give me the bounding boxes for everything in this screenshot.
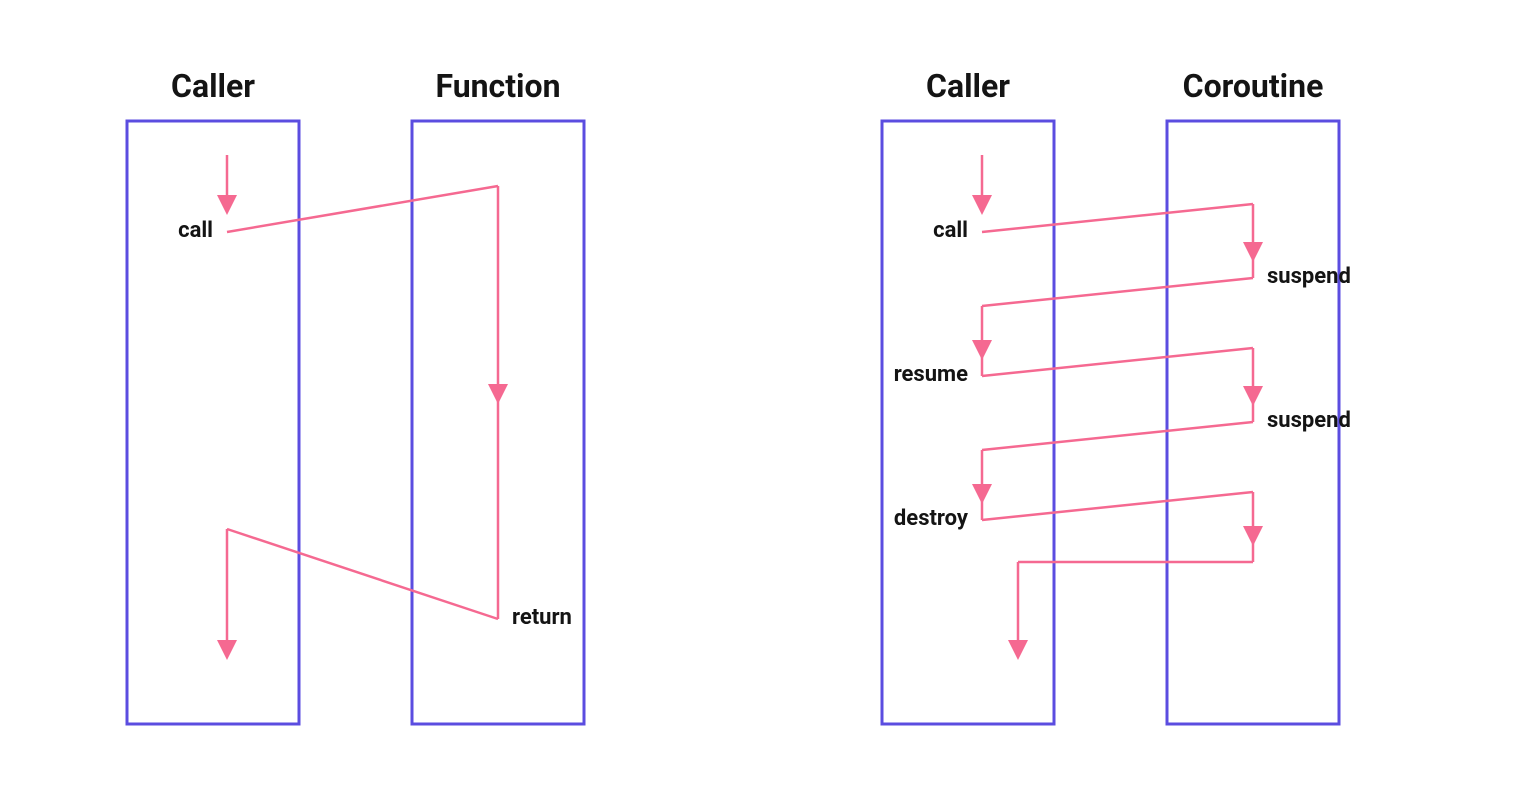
right-caller-out-arrow xyxy=(1008,640,1028,660)
left-caller-out-arrow xyxy=(217,640,237,660)
left-caller-box xyxy=(127,121,299,724)
right-caller-header: Caller xyxy=(926,67,1010,105)
left-call-line xyxy=(227,186,498,232)
right-destroy-label: destroy xyxy=(894,506,969,531)
right-call-label: call xyxy=(933,218,968,243)
right-suspend1-label: suspend xyxy=(1267,264,1351,289)
right-destroy-line xyxy=(982,492,1253,520)
left-call-label: call xyxy=(178,218,213,243)
left-caller-header: Caller xyxy=(171,67,255,105)
left-return-label: return xyxy=(512,605,572,630)
right-suspend2-line xyxy=(982,422,1253,450)
right-callee-header: Coroutine xyxy=(1183,67,1324,105)
right-suspend2-label: suspend xyxy=(1267,408,1351,433)
left-arrow-in-head xyxy=(217,195,237,215)
right-caller-box xyxy=(882,121,1054,724)
right-resume-label: resume xyxy=(894,362,968,387)
right-resume-line xyxy=(982,348,1253,376)
right-call-line xyxy=(982,204,1253,232)
left-return-line xyxy=(227,529,498,619)
diagram-canvas: Caller Function call return Caller Corou… xyxy=(0,0,1534,796)
right-suspend1-line xyxy=(982,278,1253,306)
left-callee-header: Function xyxy=(435,67,560,105)
right-arrow-in-head xyxy=(972,195,992,215)
